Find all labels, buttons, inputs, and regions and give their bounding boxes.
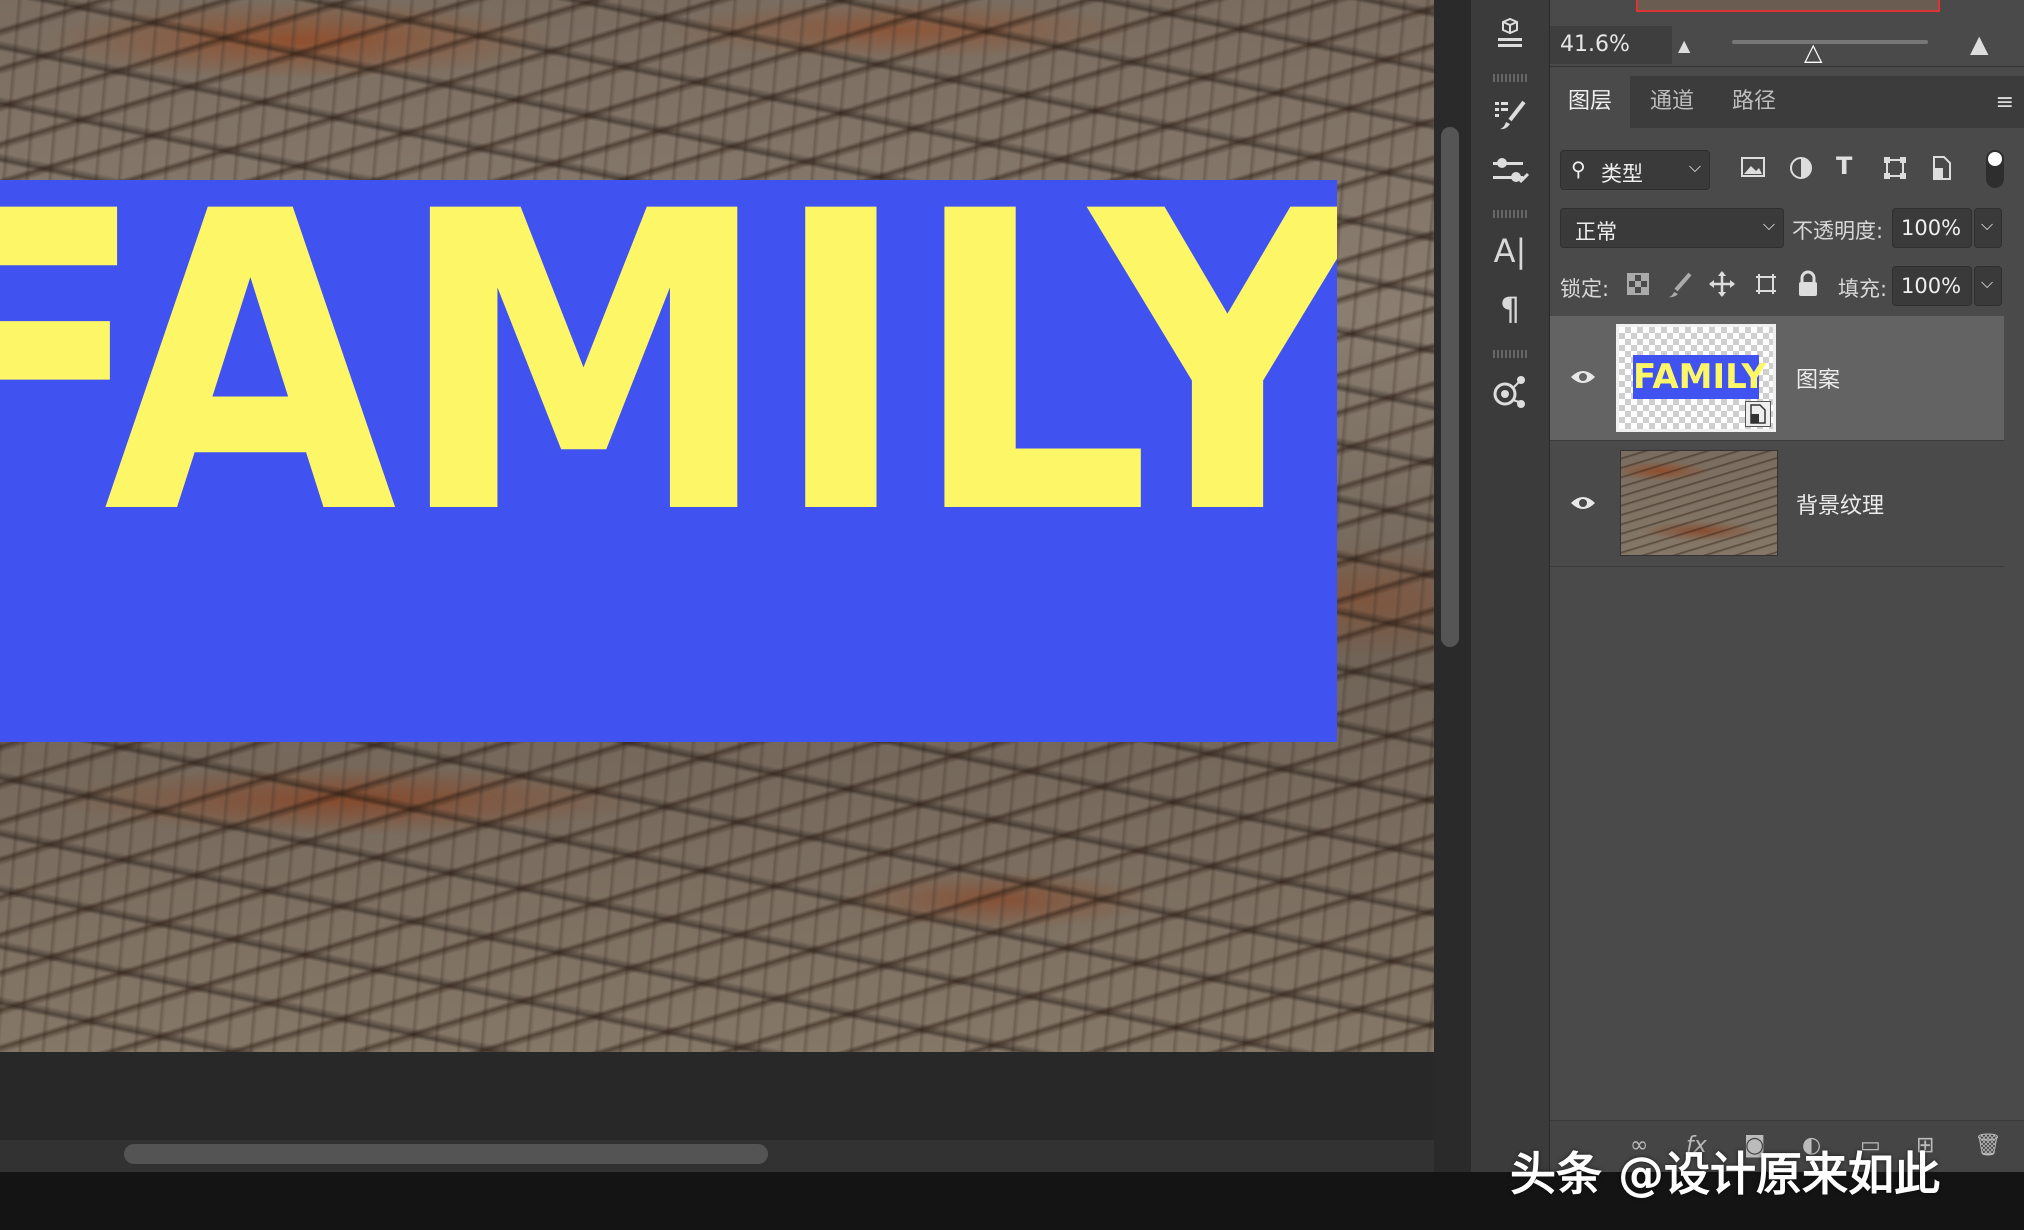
navigator-preview[interactable]	[1636, 0, 1940, 12]
navigator-panel: 41.6% ▲ △ ▲	[1550, 0, 2024, 67]
adjust-sliders-icon[interactable]	[1487, 148, 1533, 194]
filter-label: 类型	[1601, 162, 1643, 186]
opacity-dropdown[interactable]: ⌵	[1974, 208, 2002, 248]
blue-banner: FAMILY	[0, 180, 1337, 742]
properties-icon[interactable]	[1487, 368, 1533, 414]
layer-thumbnail[interactable]: FAMILY	[1616, 324, 1776, 432]
layer-thumbnail[interactable]	[1620, 450, 1778, 556]
layer-name[interactable]: 背景纹理	[1796, 488, 1884, 520]
panel-grip[interactable]	[1493, 210, 1529, 218]
tab-paths[interactable]: 路径	[1714, 76, 1794, 128]
zoom-in-icon[interactable]: ▲	[1970, 30, 1988, 58]
smart-object-filter-icon[interactable]	[1930, 155, 1954, 187]
type-filter-icon[interactable]: T	[1836, 152, 1852, 180]
panel-icon-strip: A| ¶	[1470, 0, 1550, 1172]
layer-row-pattern[interactable]: FAMILY 图案	[1550, 316, 2004, 441]
tab-channels[interactable]: 通道	[1632, 76, 1712, 128]
fill-input[interactable]: 100%	[1892, 266, 1972, 306]
horizontal-scroll-thumb[interactable]	[124, 1144, 768, 1164]
lock-all-icon[interactable]	[1796, 270, 1820, 304]
character-icon[interactable]: A|	[1487, 228, 1533, 274]
chevron-down-icon: ⌵	[1762, 215, 1775, 234]
search-icon: ⚲	[1571, 157, 1586, 181]
opacity-label: 不透明度:	[1792, 219, 1884, 243]
panel-grip[interactable]	[1493, 74, 1529, 82]
document-canvas[interactable]: FAMILY	[0, 0, 1434, 1140]
zoom-slider-handle[interactable]: △	[1804, 40, 1822, 64]
eye-icon[interactable]	[1568, 362, 1598, 392]
tab-layers[interactable]: 图层	[1550, 76, 1630, 128]
paragraph-icon[interactable]: ¶	[1487, 286, 1533, 332]
layer-filter-select[interactable]: ⚲ 类型 ⌵	[1560, 150, 1710, 190]
lock-pixels-icon[interactable]	[1666, 272, 1692, 304]
layer-name[interactable]: 图案	[1796, 362, 1840, 394]
blend-mode-value: 正常	[1575, 220, 1617, 244]
opacity-value: 100%	[1901, 216, 1962, 240]
lock-position-icon[interactable]	[1708, 270, 1736, 304]
chevron-down-icon: ⌵	[1688, 157, 1701, 176]
3d-cube-icon[interactable]	[1487, 10, 1533, 56]
layer-row-background-texture[interactable]: 背景纹理	[1550, 442, 2004, 567]
image-filter-icon[interactable]	[1740, 155, 1766, 185]
thumb-text: FAMILY	[1633, 357, 1767, 397]
filter-toggle-knob	[1988, 152, 2002, 166]
family-text: FAMILY	[0, 180, 1337, 605]
panel-menu-icon[interactable]: ≡	[1996, 90, 2014, 115]
panel-grip[interactable]	[1493, 350, 1529, 358]
chevron-down-icon: ⌵	[1981, 273, 1994, 292]
zoom-value[interactable]: 41.6%	[1560, 32, 1630, 57]
brush-presets-icon[interactable]	[1487, 92, 1533, 138]
shape-filter-icon[interactable]	[1882, 155, 1908, 187]
filter-toggle[interactable]	[1986, 150, 2004, 188]
watermark: 头条 @设计原来如此	[1510, 1147, 1941, 1201]
blend-mode-select[interactable]: 正常 ⌵	[1560, 208, 1784, 248]
fill-dropdown[interactable]: ⌵	[1974, 266, 2002, 306]
lock-transparency-icon[interactable]	[1626, 272, 1650, 302]
lock-artboard-icon[interactable]	[1752, 270, 1780, 304]
eye-icon[interactable]	[1568, 488, 1598, 518]
zoom-slider[interactable]	[1732, 40, 1928, 44]
fill-label: 填充:	[1838, 277, 1888, 301]
lock-label: 锁定:	[1560, 277, 1610, 301]
smart-object-badge-icon	[1745, 401, 1771, 427]
opacity-input[interactable]: 100%	[1892, 208, 1972, 248]
zoom-out-icon[interactable]: ▲	[1678, 36, 1690, 55]
fill-value: 100%	[1901, 274, 1962, 298]
adjustment-filter-icon[interactable]	[1788, 155, 1814, 187]
chevron-down-icon: ⌵	[1981, 215, 1994, 234]
vertical-scroll-thumb[interactable]	[1441, 127, 1459, 647]
panel-tabs: 图层 通道 路径 ≡	[1550, 76, 2024, 128]
bark-texture-background: FAMILY	[0, 0, 1434, 1052]
trash-icon[interactable]: 🗑	[1974, 1133, 2002, 1158]
layers-panel-dock: 41.6% ▲ △ ▲ 图层 通道 路径 ≡ ⚲ 类型 ⌵ T 正常 ⌵ 不透明…	[1550, 0, 2024, 1173]
